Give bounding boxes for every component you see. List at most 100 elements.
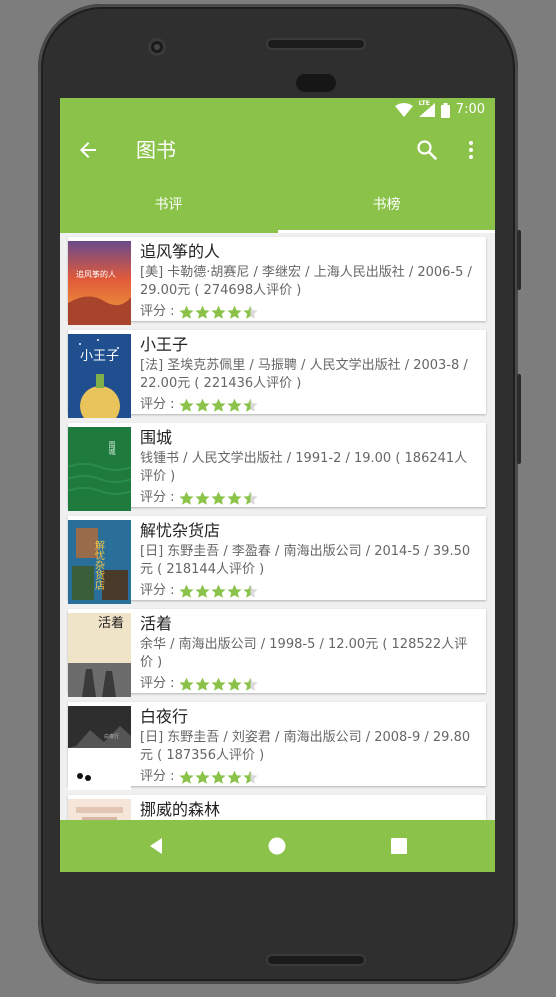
book-title: 挪威的森林 — [140, 800, 221, 819]
cover-title-text: 活着 — [98, 615, 124, 631]
front-camera — [148, 38, 166, 56]
book-info: [法] 圣埃克苏佩里 / 马振聘 / 人民文学出版社 / 2003-8 / 22… — [140, 358, 468, 391]
book-cover: 小王子 — [68, 334, 131, 418]
bottom-speaker — [266, 954, 366, 966]
rating-row: 评分 : — [140, 490, 258, 506]
rating-stars — [178, 677, 258, 692]
rating-label: 评分 : — [140, 490, 175, 505]
nav-recents-icon[interactable] — [387, 834, 411, 858]
rating-label: 评分 : — [140, 769, 175, 784]
tab-bar: 书评 书榜 — [60, 178, 495, 233]
star-full-icon — [226, 305, 242, 319]
rating-row: 评分 : — [140, 769, 258, 785]
book-cover: 白夜行 — [68, 706, 131, 790]
book-title: 活着 — [140, 614, 173, 633]
book-info: [日] 东野圭吾 / 李盈春 / 南海出版公司 / 2014-5 / 39.50… — [140, 544, 471, 577]
book-title: 围城 — [140, 428, 173, 447]
book-cover — [68, 799, 131, 820]
rating-stars — [178, 398, 258, 413]
rating-stars — [178, 584, 258, 599]
rating-stars — [178, 770, 258, 785]
book-card-namiya[interactable]: 解忧杂货店 解忧杂货店 [日] 东野圭吾 / 李盈春 / 南海出版公司 / 20… — [68, 516, 486, 604]
star-full-icon — [178, 584, 194, 598]
rating-row: 评分 : — [140, 304, 258, 320]
star-full-icon — [226, 770, 242, 784]
tab-rankings[interactable]: 书榜 — [278, 178, 495, 233]
star-full-icon — [178, 398, 194, 412]
rating-row: 评分 : — [140, 583, 258, 599]
book-info: 钱锺书 / 人民文学出版社 / 1991-2 / 19.00 ( 186241人… — [140, 451, 468, 484]
nav-home-icon[interactable] — [265, 834, 289, 858]
star-full-icon — [194, 677, 210, 691]
rating-label: 评分 : — [140, 676, 175, 691]
book-info: [美] 卡勒德·胡赛尼 / 李继宏 / 上海人民出版社 / 2006-5 / 2… — [140, 265, 472, 298]
star-full-icon — [226, 491, 242, 505]
book-info: 余华 / 南海出版公司 / 1998-5 / 12.00元 ( 128522人评… — [140, 637, 468, 670]
book-card-to-live[interactable]: 活着 活着 余华 / 南海出版公司 / 1998-5 / 12.00元 ( 12… — [68, 609, 486, 697]
rating-row: 评分 : — [140, 676, 258, 692]
search-icon[interactable] — [415, 138, 439, 162]
page-title: 图书 — [136, 138, 176, 162]
book-cover: 追风筝的人 — [68, 241, 131, 325]
star-full-icon — [210, 770, 226, 784]
wifi-icon — [394, 103, 413, 117]
star-half-icon — [242, 305, 258, 319]
cover-title-text: 小王子 — [80, 349, 119, 364]
book-title: 小王子 — [140, 335, 189, 354]
app-bar: 图书 — [60, 122, 495, 178]
star-half-icon — [242, 677, 258, 691]
star-full-icon — [178, 305, 194, 319]
device-screen: LTE 7:00 图书 书评 书榜 追风筝的人 追风筝的人 [美] 卡勒德·胡赛… — [60, 98, 495, 872]
star-full-icon — [178, 770, 194, 784]
cover-title-text: 围城 — [108, 441, 116, 456]
proximity-sensor — [296, 74, 336, 92]
star-full-icon — [194, 305, 210, 319]
star-full-icon — [210, 677, 226, 691]
book-list[interactable]: 追风筝的人 追风筝的人 [美] 卡勒德·胡赛尼 / 李继宏 / 上海人民出版社 … — [60, 233, 495, 820]
volume-button — [517, 374, 521, 464]
book-card-norwegian-wood[interactable]: 挪威的森林 — [68, 795, 486, 820]
battery-icon — [440, 102, 450, 118]
book-title: 解忧杂货店 — [140, 521, 221, 540]
rating-stars — [178, 491, 258, 506]
star-full-icon — [210, 584, 226, 598]
book-cover: 围城 — [68, 427, 131, 511]
book-card-kite-runner[interactable]: 追风筝的人 追风筝的人 [美] 卡勒德·胡赛尼 / 李继宏 / 上海人民出版社 … — [68, 237, 486, 325]
star-full-icon — [226, 677, 242, 691]
star-full-icon — [210, 305, 226, 319]
nav-back-icon[interactable] — [144, 834, 168, 858]
star-full-icon — [210, 491, 226, 505]
cover-title-text: 白夜行 — [104, 733, 119, 740]
book-card-fortress-besieged[interactable]: 围城 围城 钱锺书 / 人民文学出版社 / 1991-2 / 19.00 ( 1… — [68, 423, 486, 511]
star-full-icon — [194, 398, 210, 412]
rating-label: 评分 : — [140, 583, 175, 598]
rating-label: 评分 : — [140, 304, 175, 319]
book-card-byakuyakou[interactable]: 白夜行 白夜行 [日] 东野圭吾 / 刘姿君 / 南海出版公司 / 2008-9… — [68, 702, 486, 790]
power-button — [517, 230, 521, 290]
star-half-icon — [242, 398, 258, 412]
star-full-icon — [194, 770, 210, 784]
star-half-icon — [242, 770, 258, 784]
book-card-little-prince[interactable]: 小王子 小王子 [法] 圣埃克苏佩里 / 马振聘 / 人民文学出版社 / 200… — [68, 330, 486, 418]
tab-reviews[interactable]: 书评 — [60, 178, 277, 233]
star-full-icon — [194, 584, 210, 598]
book-cover: 活着 — [68, 613, 131, 697]
star-half-icon — [242, 491, 258, 505]
earpiece-speaker — [266, 38, 366, 50]
book-cover: 解忧杂货店 — [68, 520, 131, 604]
star-half-icon — [242, 584, 258, 598]
rating-stars — [178, 305, 258, 320]
cover-title-text: 解忧杂货店 — [93, 539, 105, 591]
cell-signal-icon: LTE — [418, 100, 435, 117]
status-bar: LTE 7:00 — [60, 98, 495, 122]
more-vert-icon[interactable] — [459, 138, 483, 162]
book-title: 白夜行 — [140, 707, 189, 726]
star-full-icon — [226, 584, 242, 598]
star-full-icon — [178, 677, 194, 691]
rating-row: 评分 : — [140, 397, 258, 413]
star-full-icon — [178, 491, 194, 505]
cover-title-text: 追风筝的人 — [76, 269, 116, 279]
book-info: [日] 东野圭吾 / 刘姿君 / 南海出版公司 / 2008-9 / 29.80… — [140, 730, 471, 763]
arrow-back-icon[interactable] — [76, 138, 100, 162]
network-type-label: LTE — [418, 100, 430, 107]
